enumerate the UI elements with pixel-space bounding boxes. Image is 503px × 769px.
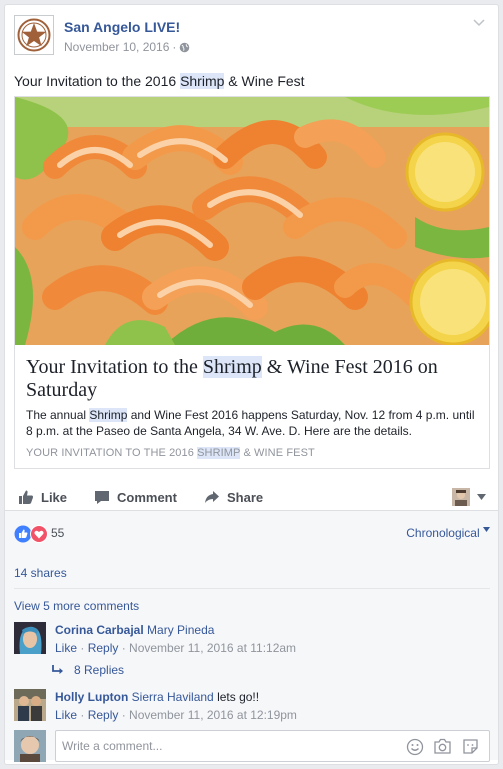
- post-message: Your Invitation to the 2016 Shrimp & Win…: [14, 73, 305, 89]
- thumbs-up-icon: [19, 490, 34, 504]
- comment-line: Corina Carbajal Mary Pineda: [55, 623, 214, 637]
- comment-reply-link[interactable]: Reply: [88, 708, 119, 722]
- shares-count[interactable]: 14 shares: [14, 566, 67, 580]
- caret-down-icon: [477, 494, 486, 500]
- meta-dot: ·: [118, 641, 130, 655]
- comment-like-link[interactable]: Like: [55, 641, 77, 655]
- avatar-photo: [14, 622, 46, 654]
- comment-text: lets go!!: [217, 690, 260, 704]
- camera-icon[interactable]: [433, 738, 452, 755]
- meta-dot: ·: [77, 708, 88, 722]
- current-user-avatar: [14, 730, 46, 762]
- date-separator: ·: [172, 40, 177, 54]
- emoji-icon[interactable]: [406, 738, 424, 756]
- chevron-down-icon[interactable]: [472, 17, 486, 27]
- post-as-selector[interactable]: [452, 482, 486, 512]
- reactions-row: 55 Chronological: [14, 523, 490, 545]
- link-source-end: & WINE FEST: [240, 447, 315, 459]
- link-description: The annual Shrimp and Wine Fest 2016 hap…: [26, 407, 481, 439]
- link-title-start: Your Invitation to the: [26, 356, 203, 378]
- page-avatar[interactable]: [14, 15, 54, 55]
- comment-meta: Like · Reply · November 11, 2016 at 11:1…: [55, 641, 296, 655]
- comment-button[interactable]: Comment: [94, 482, 177, 512]
- reply-arrow-icon: [52, 665, 63, 674]
- comment-tag[interactable]: Sierra Haviland: [132, 690, 214, 704]
- avatar-photo: [14, 730, 46, 762]
- link-source-highlight: SHRIMP: [197, 447, 241, 459]
- commenter-avatar[interactable]: [14, 622, 46, 654]
- comment-line: Holly Lupton Sierra Haviland lets go!!: [55, 690, 259, 704]
- comment-input[interactable]: [60, 731, 400, 761]
- comment-bubble-icon: [95, 491, 109, 504]
- comment-author[interactable]: Corina Carbajal: [55, 623, 144, 637]
- comment-item: Corina Carbajal Mary Pineda Like · Reply…: [14, 622, 484, 662]
- like-label: Like: [41, 489, 68, 505]
- like-button[interactable]: Like: [18, 482, 67, 512]
- replies-count: 8 Replies: [74, 663, 125, 677]
- link-desc-start: The annual: [26, 408, 90, 422]
- post-card: San Angelo LIVE! November 10, 2016 · You…: [4, 4, 499, 765]
- view-replies[interactable]: 8 Replies: [52, 663, 124, 677]
- comment-time[interactable]: November 11, 2016 at 11:12am: [129, 641, 296, 655]
- avatar-photo: [14, 689, 46, 721]
- reaction-count[interactable]: 55: [51, 526, 64, 540]
- link-title-highlight: Shrimp: [202, 356, 262, 378]
- post-header: San Angelo LIVE! November 10, 2016 ·: [14, 15, 490, 59]
- page-name[interactable]: San Angelo LIVE!: [64, 19, 180, 35]
- star-logo-icon: [17, 18, 51, 52]
- link-source: YOUR INVITATION TO THE 2016 SHRIMP & WIN…: [26, 447, 315, 459]
- globe-icon: [180, 42, 190, 52]
- comment-author[interactable]: Holly Lupton: [55, 690, 128, 704]
- sort-label: Chronological: [406, 526, 480, 540]
- feedback-section: 55 Chronological 14 shares View 5 more c…: [5, 510, 498, 762]
- post-text-start: Your Invitation to the 2016: [14, 73, 181, 89]
- share-arrow-icon: [205, 491, 219, 503]
- comment-box: [55, 730, 490, 762]
- reaction-icons[interactable]: [14, 525, 48, 543]
- comment-time[interactable]: November 11, 2016 at 12:19pm: [129, 708, 297, 722]
- shrimp-image: [15, 97, 489, 345]
- commenter-avatar[interactable]: [14, 689, 46, 721]
- link-title[interactable]: Your Invitation to the Shrimp & Wine Fes…: [26, 356, 481, 402]
- comment-reply-link[interactable]: Reply: [88, 641, 119, 655]
- caret-down-icon: [483, 527, 490, 532]
- divider: [14, 588, 490, 589]
- link-source-start: YOUR INVITATION TO THE 2016: [26, 447, 198, 459]
- comment-item: Holly Lupton Sierra Haviland lets go!! L…: [14, 689, 484, 729]
- comment-tag[interactable]: Mary Pineda: [147, 623, 214, 637]
- write-comment-row: [14, 730, 490, 764]
- comment-sort-dropdown[interactable]: Chronological: [406, 526, 490, 540]
- link-desc-highlight: Shrimp: [89, 408, 128, 422]
- post-date-row: November 10, 2016 ·: [64, 40, 190, 54]
- view-more-comments[interactable]: View 5 more comments: [14, 599, 139, 613]
- action-bar: Like Comment Share: [14, 482, 490, 512]
- post-text-highlight: Shrimp: [180, 73, 225, 89]
- comment-label: Comment: [117, 489, 177, 505]
- user-avatar-icon: [452, 488, 470, 506]
- sticker-icon[interactable]: [462, 738, 479, 755]
- link-image[interactable]: [15, 97, 489, 345]
- share-label: Share: [227, 489, 264, 505]
- meta-dot: ·: [118, 708, 130, 722]
- comment-like-link[interactable]: Like: [55, 708, 77, 722]
- share-button[interactable]: Share: [204, 482, 263, 512]
- post-text-end: & Wine Fest: [224, 73, 305, 89]
- post-date[interactable]: November 10, 2016: [64, 40, 169, 54]
- comment-meta: Like · Reply · November 11, 2016 at 12:1…: [55, 708, 297, 722]
- link-preview[interactable]: Your Invitation to the Shrimp & Wine Fes…: [14, 96, 490, 469]
- meta-dot: ·: [77, 641, 88, 655]
